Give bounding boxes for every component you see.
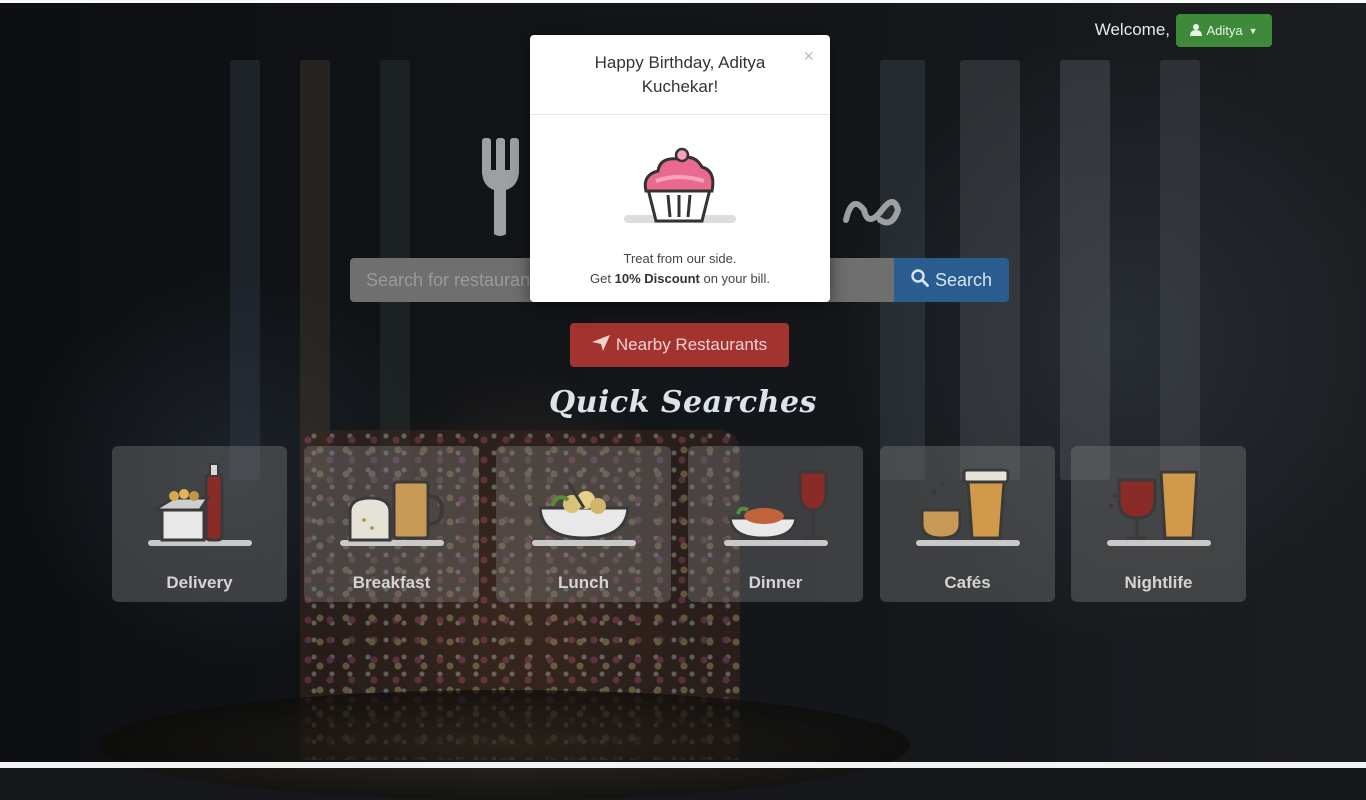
fork-logo-icon — [482, 138, 527, 243]
quick-search-delivery[interactable]: Delivery — [112, 446, 287, 602]
search-button-label: Search — [934, 269, 993, 290]
user-menu-button[interactable]: Aditya ▼ — [1176, 14, 1272, 47]
delivery-icon — [144, 462, 256, 548]
nearby-button-label: Nearby Restaurants — [615, 335, 768, 354]
modal-treat-text: Treat from our side. — [623, 251, 737, 266]
location-arrow-icon — [591, 334, 610, 356]
search-button[interactable]: Search — [894, 258, 1009, 302]
nearby-restaurants-button[interactable]: Nearby Restaurants — [570, 323, 789, 367]
quick-search-nightlife[interactable]: Nightlife — [1071, 446, 1246, 602]
quick-search-label: Lunch — [558, 573, 609, 592]
quick-search-label: Delivery — [166, 573, 233, 592]
quick-search-label: Cafés — [944, 573, 991, 592]
user-name: Aditya — [1206, 23, 1243, 38]
quick-search-cafes[interactable]: Cafés — [880, 446, 1055, 602]
nightlife-icon — [1103, 462, 1215, 548]
breakfast-icon — [336, 462, 448, 548]
top-edge — [0, 0, 1366, 3]
lunch-icon — [528, 462, 640, 548]
quick-search-label: Breakfast — [352, 573, 431, 592]
logo-script — [842, 180, 902, 245]
quick-search-dinner[interactable]: Dinner — [688, 446, 863, 602]
quick-search-label: Nightlife — [1124, 573, 1193, 592]
modal-discount-text: Get 10% Discount on your bill. — [530, 271, 830, 286]
quick-search-lunch[interactable]: Lunch — [496, 446, 671, 602]
modal-title: Happy Birthday, Aditya Kuchekar! — [594, 53, 766, 96]
bottom-edge — [0, 762, 1366, 768]
modal-discount-prefix: Get — [590, 271, 615, 286]
quick-search-label: Dinner — [748, 573, 803, 592]
quick-search-breakfast[interactable]: Breakfast — [304, 446, 479, 602]
modal-discount-amount: 10% Discount — [614, 271, 700, 286]
caret-down-icon: ▼ — [1248, 25, 1258, 36]
modal-divider — [530, 114, 830, 115]
user-icon — [1190, 23, 1203, 39]
cupcake-icon — [622, 147, 738, 232]
birthday-modal: Happy Birthday, Aditya Kuchekar! × Treat… — [530, 35, 830, 302]
search-icon — [911, 268, 929, 292]
close-icon[interactable]: × — [803, 47, 814, 65]
dinner-icon — [720, 462, 832, 548]
welcome-text: Welcome, — [1094, 20, 1170, 39]
cafe-icon — [912, 462, 1024, 548]
quick-searches-title: Quick Searches — [549, 385, 817, 420]
modal-discount-suffix: on your bill. — [699, 271, 770, 286]
